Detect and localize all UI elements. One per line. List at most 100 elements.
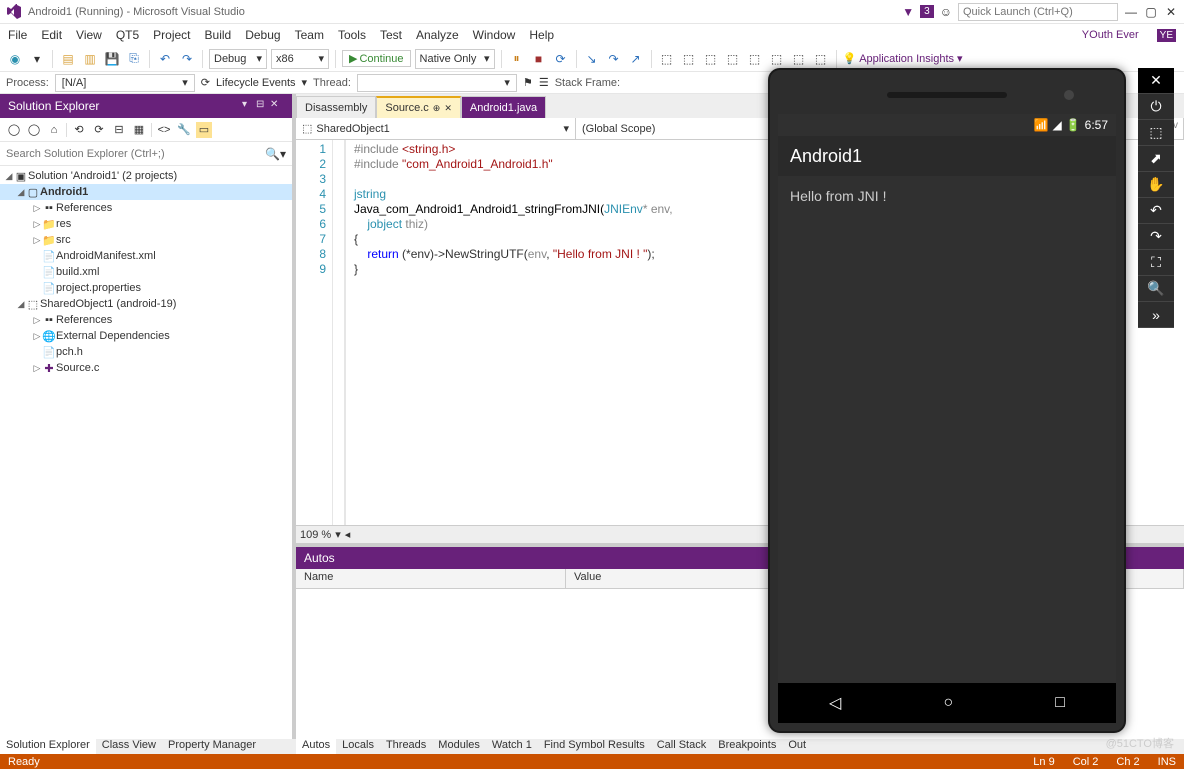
emu-power-icon[interactable]: ⏻ <box>1138 94 1174 120</box>
stop-button[interactable]: ■ <box>530 50 548 68</box>
col-name[interactable]: Name <box>296 569 566 588</box>
break-all-button[interactable]: ⏸ <box>508 50 526 68</box>
scope-dropdown[interactable]: ⬚SharedObject1▾ <box>296 118 576 139</box>
emu-rotate-right-icon[interactable]: ↷ <box>1138 224 1174 250</box>
tb-icon-7[interactable]: ⬚ <box>790 50 808 68</box>
tree-references-1[interactable]: ▷▪▪References <box>0 200 292 216</box>
fwd-button[interactable]: ▾ <box>28 50 46 68</box>
tree-projprops[interactable]: 📄project.properties <box>0 280 292 296</box>
tree-manifest[interactable]: 📄AndroidManifest.xml <box>0 248 292 264</box>
se-home-icon[interactable]: ⌂ <box>46 122 62 138</box>
save-all-button[interactable]: ⎘ <box>125 50 143 68</box>
back-nav-icon[interactable]: ◁ <box>829 693 841 713</box>
minimize-button[interactable]: — <box>1124 5 1138 19</box>
emu-fit-icon[interactable]: ⛶ <box>1138 250 1174 276</box>
tree-pch[interactable]: 📄pch.h <box>0 344 292 360</box>
emu-pointer-icon[interactable]: ⬈ <box>1138 146 1174 172</box>
bt-find-symbol[interactable]: Find Symbol Results <box>538 739 651 754</box>
debug-mode-dropdown[interactable]: Native Only▾ <box>415 49 495 69</box>
tree-project-android1[interactable]: ◢▢Android1 <box>0 184 292 200</box>
tab-pin-icon[interactable]: ⊕ <box>433 103 441 114</box>
bt-breakpoints[interactable]: Breakpoints <box>712 739 782 754</box>
se-back-icon[interactable]: ◯ <box>6 122 22 138</box>
redo-button[interactable]: ↷ <box>178 50 196 68</box>
platform-dropdown[interactable]: x86▾ <box>271 49 329 69</box>
lifecycle-label[interactable]: Lifecycle Events <box>216 77 295 89</box>
bt-threads[interactable]: Threads <box>380 739 432 754</box>
se-sync-icon[interactable]: ⟲ <box>71 122 87 138</box>
se-preview-icon[interactable]: ▭ <box>196 122 212 138</box>
app-insights-button[interactable]: 💡Application Insights▾ <box>843 52 963 65</box>
bt-autos[interactable]: Autos <box>296 739 336 754</box>
search-icon[interactable]: 🔍 <box>265 147 280 161</box>
step-over-button[interactable]: ↷ <box>605 50 623 68</box>
tab-android1java[interactable]: Android1.java <box>461 96 546 118</box>
bt-solution-explorer[interactable]: Solution Explorer <box>0 739 96 754</box>
emulator-screen[interactable]: 📶 ◢ 🔋 6:57 Android1 Hello from JNI ! ◁ ○… <box>778 114 1116 723</box>
tree-external-deps[interactable]: ▷🌐External Dependencies <box>0 328 292 344</box>
menu-file[interactable]: File <box>8 28 27 42</box>
solution-explorer-search-input[interactable] <box>6 144 265 164</box>
step-out-button[interactable]: ↗ <box>627 50 645 68</box>
step-into-button[interactable]: ↘ <box>583 50 601 68</box>
menu-team[interactable]: Team <box>295 28 324 42</box>
emu-rotate-left-icon[interactable]: ↶ <box>1138 198 1174 224</box>
save-button[interactable]: 💾 <box>103 50 121 68</box>
back-button[interactable]: ◉ <box>6 50 24 68</box>
panel-dropdown-icon[interactable]: ▾ <box>242 99 256 113</box>
tab-disassembly[interactable]: Disassembly <box>296 96 376 118</box>
tb-icon-3[interactable]: ⬚ <box>702 50 720 68</box>
recent-nav-icon[interactable]: □ <box>1055 694 1065 712</box>
flag-icon[interactable]: ⚑ <box>523 76 533 89</box>
continue-button[interactable]: ▶Continue <box>342 50 411 67</box>
undo-button[interactable]: ↶ <box>156 50 174 68</box>
panel-pin-icon[interactable]: ⊟ <box>256 99 270 113</box>
bt-property-manager[interactable]: Property Manager <box>162 739 262 754</box>
tb-icon-8[interactable]: ⬚ <box>812 50 830 68</box>
menu-view[interactable]: View <box>76 28 102 42</box>
menu-qt5[interactable]: QT5 <box>116 28 139 42</box>
se-code-icon[interactable]: <> <box>156 122 172 138</box>
tree-project-sharedobject1[interactable]: ◢⬚SharedObject1 (android-19) <box>0 296 292 312</box>
config-dropdown[interactable]: Debug▾ <box>209 49 267 69</box>
menu-test[interactable]: Test <box>380 28 402 42</box>
menu-build[interactable]: Build <box>205 28 232 42</box>
open-button[interactable]: ▥ <box>81 50 99 68</box>
emu-zoom-icon[interactable]: 🔍 <box>1138 276 1174 302</box>
outline-margin[interactable] <box>332 140 344 525</box>
quick-launch-input[interactable] <box>958 3 1118 21</box>
bt-call-stack[interactable]: Call Stack <box>651 739 713 754</box>
emu-close-icon[interactable]: ✕ <box>1138 68 1174 94</box>
filter-icon[interactable]: ▼ <box>902 5 914 19</box>
tree-res[interactable]: ▷📁res <box>0 216 292 232</box>
menu-edit[interactable]: Edit <box>41 28 62 42</box>
tree-solution[interactable]: ◢▣Solution 'Android1' (2 projects) <box>0 168 292 184</box>
tree-references-2[interactable]: ▷▪▪References <box>0 312 292 328</box>
tree-sourcec[interactable]: ▷✚Source.c <box>0 360 292 376</box>
close-button[interactable]: ✕ <box>1164 5 1178 19</box>
bt-watch1[interactable]: Watch 1 <box>486 739 538 754</box>
restart-button[interactable]: ⟳ <box>552 50 570 68</box>
tree-buildxml[interactable]: 📄build.xml <box>0 264 292 280</box>
menu-tools[interactable]: Tools <box>338 28 366 42</box>
maximize-button[interactable]: ▢ <box>1144 5 1158 19</box>
menu-project[interactable]: Project <box>153 28 190 42</box>
emu-touch-icon[interactable]: ✋ <box>1138 172 1174 198</box>
stack-icon[interactable]: ☰ <box>539 76 549 89</box>
tab-close-icon[interactable]: ✕ <box>444 103 452 114</box>
panel-close-icon[interactable]: ✕ <box>270 99 284 113</box>
menu-window[interactable]: Window <box>473 28 516 42</box>
menu-debug[interactable]: Debug <box>245 28 280 42</box>
tab-sourcec[interactable]: Source.c⊕✕ <box>376 96 461 118</box>
se-prop-icon[interactable]: 🔧 <box>176 122 192 138</box>
menu-analyze[interactable]: Analyze <box>416 28 459 42</box>
bt-output[interactable]: Out <box>782 739 812 754</box>
tb-icon-2[interactable]: ⬚ <box>680 50 698 68</box>
process-dropdown[interactable]: [N/A]▾ <box>55 74 195 92</box>
se-collapse-icon[interactable]: ⊟ <box>111 122 127 138</box>
tree-src[interactable]: ▷📁src <box>0 232 292 248</box>
tb-icon-6[interactable]: ⬚ <box>768 50 786 68</box>
bt-locals[interactable]: Locals <box>336 739 380 754</box>
zoom-level[interactable]: 109 % <box>300 529 331 541</box>
feedback-icon[interactable]: ☺ <box>940 5 952 19</box>
